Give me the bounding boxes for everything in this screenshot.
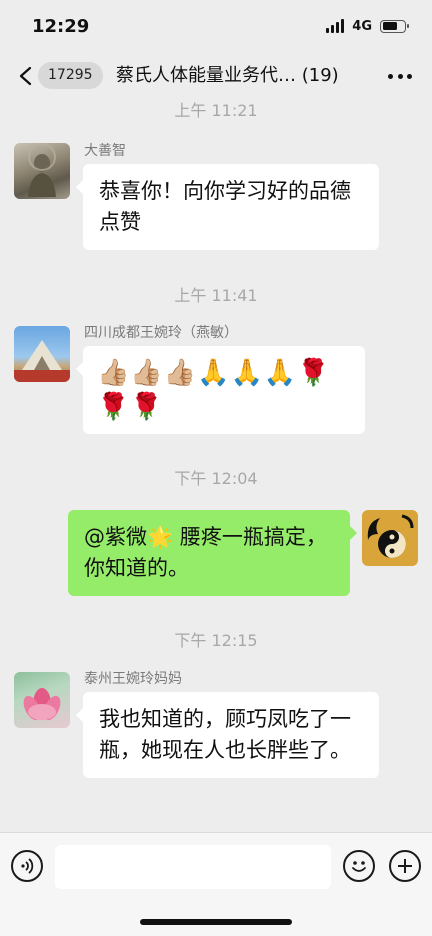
avatar[interactable] bbox=[14, 672, 70, 728]
chat-title: 蔡氏人体能量业务代… (19) bbox=[116, 65, 339, 86]
home-indicator bbox=[140, 919, 292, 925]
building-photo-image bbox=[14, 340, 70, 382]
message-timestamp: 下午 12:04 bbox=[174, 469, 258, 488]
sender-name: 大善智 bbox=[84, 143, 126, 159]
sender-name: 泰州王婉玲妈妈 bbox=[84, 671, 182, 687]
chat-header: 17295 蔡氏人体能量业务代… (19) bbox=[0, 52, 432, 100]
message-bubble[interactable]: @紫微🌟 腰疼一瓶搞定，你知道的。 bbox=[68, 510, 357, 596]
avatar[interactable] bbox=[14, 143, 70, 199]
lotus-flower-image bbox=[23, 688, 61, 721]
plus-icon[interactable] bbox=[389, 850, 421, 882]
message-bubble[interactable]: 我也知道的，顾巧凤吃了一瓶，她现在人也长胖些了。 bbox=[76, 692, 379, 778]
unread-count-badge[interactable]: 17295 bbox=[38, 62, 103, 89]
message-timestamp: 下午 12:15 bbox=[174, 631, 258, 650]
avatar[interactable] bbox=[362, 510, 418, 566]
avatar[interactable] bbox=[14, 326, 70, 382]
more-dots-icon[interactable] bbox=[388, 74, 412, 80]
message-bubble[interactable]: 恭喜你！向你学习好的品德点赞 bbox=[76, 164, 379, 250]
status-bar: 12:29 4G bbox=[0, 0, 432, 52]
voice-icon[interactable] bbox=[11, 850, 43, 882]
message-timestamp: 上午 11:21 bbox=[174, 101, 258, 120]
network-type: 4G bbox=[352, 18, 372, 34]
signal-icon bbox=[326, 19, 345, 33]
battery-icon bbox=[380, 19, 409, 33]
message-bubble[interactable]: 👍🏼👍🏼👍🏼🙏🙏🙏🌹🌹🌹 bbox=[76, 346, 365, 434]
message-input[interactable] bbox=[55, 845, 331, 889]
taiji-dragon-image bbox=[367, 514, 414, 558]
sender-name: 四川成都王婉玲（燕敏） bbox=[84, 325, 238, 341]
chat-message-list[interactable]: 上午 11:21 大善智 恭喜你！向你学习好的品德点赞 上午 11:41 四川成… bbox=[0, 100, 432, 832]
buddha-statue-image bbox=[28, 143, 56, 197]
message-timestamp: 上午 11:41 bbox=[174, 286, 258, 305]
emoji-icon[interactable] bbox=[343, 850, 375, 882]
status-indicators: 4G bbox=[326, 18, 409, 34]
battery-level bbox=[382, 22, 398, 30]
chevron-left-icon[interactable] bbox=[18, 66, 34, 86]
status-time: 12:29 bbox=[32, 15, 90, 37]
